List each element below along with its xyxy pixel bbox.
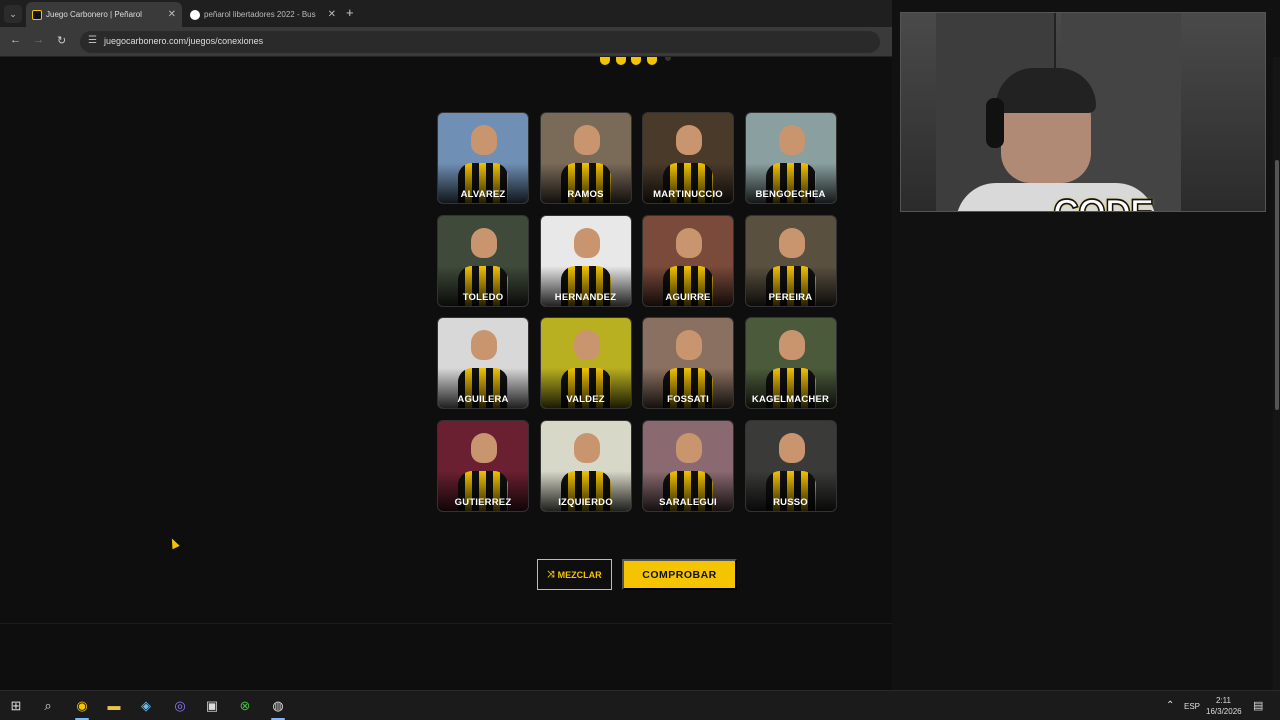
player-card[interactable]: FOSSATI: [642, 317, 734, 409]
player-head-shape: [573, 125, 600, 155]
progress-dot: [616, 57, 626, 65]
player-head-shape: [573, 432, 600, 463]
player-name: ALVAREZ: [460, 189, 506, 200]
player-name: AGUILERA: [457, 394, 509, 405]
xbox-icon[interactable]: ⊗: [237, 698, 253, 714]
player-card[interactable]: RAMOS: [539, 112, 632, 204]
close-tab-icon[interactable]: ✕: [168, 2, 176, 27]
chevron-up-icon[interactable]: ⌃: [1166, 700, 1174, 711]
notifications-icon[interactable]: ▤: [1253, 699, 1263, 712]
player-name: HERNANDEZ: [554, 291, 617, 303]
language-indicator[interactable]: ESP: [1184, 702, 1200, 711]
close-tab-icon[interactable]: ✕: [328, 2, 336, 27]
epic-games-icon[interactable]: ▣: [204, 698, 220, 714]
player-head-shape: [778, 432, 805, 463]
player-name: GUTIERREZ: [454, 496, 512, 508]
player-head-shape: [471, 432, 497, 463]
player-name: KAGELMACHER: [751, 394, 830, 405]
favicon-icon: [32, 10, 42, 20]
forward-icon[interactable]: →: [33, 34, 44, 46]
scrollbar-thumb[interactable]: [1275, 160, 1279, 410]
tab-juego-carbonero[interactable]: Juego Carbonero | Peñarol ✕: [26, 2, 182, 27]
check-button[interactable]: COMPROBAR: [622, 559, 737, 590]
player-card[interactable]: SARALEGUI: [642, 419, 734, 512]
mouse-cursor-icon: [168, 536, 180, 550]
player-card[interactable]: PEREIRA: [744, 214, 837, 307]
game-page: ALVAREZ RAMOS MARTINUCCIO BENGOECHEA TOLEDO H…: [0, 57, 892, 690]
clock-date[interactable]: 16/3/2026: [1206, 707, 1242, 716]
player-card[interactable]: HERNANDEZ: [539, 214, 632, 307]
player-name: MARTINUCCIO: [653, 189, 723, 200]
player-name: TOLEDO: [462, 291, 504, 303]
player-card[interactable]: AGUILERA: [437, 317, 529, 409]
google-icon: [190, 10, 200, 20]
player-card[interactable]: RUSSO: [744, 419, 837, 512]
player-name: RAMOS: [567, 189, 604, 200]
player-card[interactable]: GUTIERREZ: [437, 419, 529, 512]
player-name: VALDEZ: [566, 394, 605, 405]
steam-icon[interactable]: ◈: [138, 698, 154, 714]
player-head-shape: [676, 432, 702, 463]
player-head-shape: [676, 125, 702, 155]
reload-icon[interactable]: ↻: [57, 34, 66, 47]
player-name: IZQUIERDO: [558, 496, 613, 508]
clock-time[interactable]: 2:11: [1216, 696, 1231, 705]
discord-icon[interactable]: ◎: [172, 698, 188, 714]
tab-title: Juego Carbonero | Peñarol: [46, 10, 142, 19]
tab-google-search[interactable]: peñarol libertadores 2022 - Bus ✕: [184, 2, 342, 27]
windows-start-icon[interactable]: ⊞: [8, 698, 24, 714]
player-head-shape: [573, 227, 600, 258]
obs-icon[interactable]: ◍: [270, 698, 286, 714]
player-name: SARALEGUI: [659, 496, 717, 508]
player-card[interactable]: IZQUIERDO: [539, 419, 632, 512]
progress-dot: [631, 57, 641, 65]
site-info-icon[interactable]: ☰: [88, 35, 97, 46]
player-name: BENGOECHEA: [755, 189, 826, 200]
player-card[interactable]: KAGELMACHER: [744, 317, 837, 409]
headset-icon: [986, 98, 1004, 148]
url-text: juegocarbonero.com/juegos/conexiones: [104, 36, 264, 46]
tab-search-icon[interactable]: ⌄: [4, 5, 22, 23]
player-card[interactable]: AGUIRRE: [642, 214, 734, 307]
shuffle-button[interactable]: ⤨ MEZCLAR: [537, 559, 612, 590]
url-field[interactable]: ☰ juegocarbonero.com/juegos/conexiones: [80, 31, 880, 53]
new-tab-button[interactable]: +: [346, 5, 354, 20]
player-name: RUSSO: [773, 496, 808, 508]
shuffle-label: MEZCLAR: [557, 569, 602, 580]
progress-dot-empty: [665, 57, 671, 61]
tab-bar: ⌄ Juego Carbonero | Peñarol ✕ peñarol li…: [0, 0, 892, 27]
progress-dot: [647, 57, 657, 65]
address-bar: ← → ↻ ☰ juegocarbonero.com/juegos/conexi…: [0, 27, 892, 57]
streamer-hair: [996, 68, 1096, 113]
stream-logo: CODE: [1052, 190, 1155, 211]
taskbar: ⊞ ⌕ ◉ ▬ ◈ ◎ ▣ ⊗ ◍ ⌃ ESP 2:11 16/3/2026 ▤: [0, 690, 1280, 720]
player-head-shape: [778, 125, 805, 155]
player-card[interactable]: ALVAREZ: [437, 112, 529, 204]
player-name: PEREIRA: [768, 291, 813, 303]
player-card[interactable]: MARTINUCCIO: [642, 112, 734, 204]
chrome-icon[interactable]: ◉: [74, 698, 90, 714]
back-icon[interactable]: ←: [10, 34, 21, 46]
webcam-overlay: CODE: [900, 12, 1266, 212]
footer-divider: [0, 623, 892, 624]
file-explorer-icon[interactable]: ▬: [106, 698, 122, 714]
player-head-shape: [778, 330, 805, 360]
shuffle-icon: ⤨: [547, 569, 555, 579]
player-head-shape: [471, 227, 497, 258]
player-head-shape: [676, 227, 702, 258]
player-name: AGUIRRE: [665, 291, 711, 303]
player-name: FOSSATI: [667, 394, 709, 405]
progress-dot: [600, 57, 610, 65]
search-icon[interactable]: ⌕: [40, 698, 56, 714]
player-head-shape: [471, 330, 497, 360]
tab-title: peñarol libertadores 2022 - Bus: [204, 10, 316, 19]
player-head-shape: [676, 330, 702, 360]
player-head-shape: [471, 125, 497, 155]
player-head-shape: [573, 330, 600, 360]
player-card[interactable]: VALDEZ: [539, 317, 632, 409]
player-card[interactable]: TOLEDO: [437, 214, 529, 307]
player-head-shape: [778, 227, 805, 258]
player-card[interactable]: BENGOECHEA: [744, 112, 837, 204]
